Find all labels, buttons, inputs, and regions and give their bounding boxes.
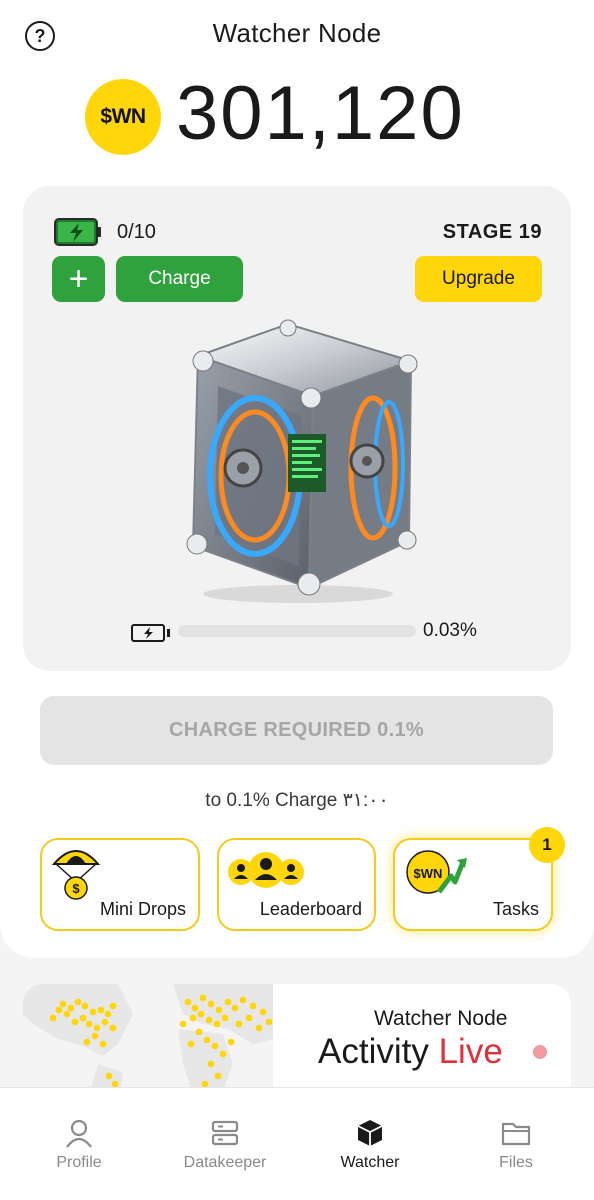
charge-timer: to 0.1% Charge ۳۱:۰۰ bbox=[205, 790, 389, 811]
map-activity-dot bbox=[189, 1014, 197, 1022]
map-activity-dot bbox=[55, 1006, 63, 1014]
map-activity-dot bbox=[219, 1050, 227, 1058]
map-activity-dot bbox=[265, 1018, 273, 1026]
map-activity-dot bbox=[179, 1020, 187, 1028]
map-activity-dot bbox=[109, 1024, 117, 1032]
charge-progress-bar bbox=[178, 625, 416, 637]
server-icon bbox=[211, 1120, 239, 1146]
node-card: 0/10 STAGE 19 + Charge Upgrade 0.03% bbox=[23, 186, 571, 671]
map-activity-dot bbox=[239, 996, 247, 1004]
map-activity-dot bbox=[207, 1000, 215, 1008]
watcher-node-cube-image bbox=[186, 319, 418, 603]
coin-label: $WN bbox=[100, 105, 146, 128]
user-icon bbox=[66, 1119, 92, 1148]
charge-button[interactable]: Charge bbox=[116, 256, 243, 302]
map-activity-dot bbox=[101, 1018, 109, 1026]
map-activity-dot bbox=[255, 1024, 263, 1032]
add-charge-button[interactable]: + bbox=[52, 256, 105, 302]
map-activity-dot bbox=[105, 1072, 113, 1080]
map-activity-dot bbox=[211, 1042, 219, 1050]
map-activity-dot bbox=[195, 1028, 203, 1036]
battery-charging-icon bbox=[54, 218, 101, 246]
tasks-tile[interactable]: $WN Tasks bbox=[393, 838, 553, 931]
map-activity-dot bbox=[214, 1072, 222, 1080]
tasks-coin-label: $WN bbox=[414, 866, 443, 881]
map-activity-dot bbox=[249, 1002, 257, 1010]
map-activity-dot bbox=[205, 1016, 213, 1024]
map-activity-dot bbox=[191, 1004, 199, 1012]
map-activity-dot bbox=[104, 1010, 112, 1018]
upgrade-button[interactable]: Upgrade bbox=[415, 256, 542, 302]
map-activity-dot bbox=[67, 1004, 75, 1012]
map-activity-dot bbox=[81, 1002, 89, 1010]
map-activity-dot bbox=[197, 1010, 205, 1018]
nav-watcher[interactable]: Watcher bbox=[296, 1088, 444, 1200]
map-activity-dot bbox=[224, 998, 232, 1006]
map-activity-dot bbox=[235, 1020, 243, 1028]
activity-heading: Activity Live bbox=[318, 1032, 503, 1072]
page-title: Watcher Node bbox=[212, 18, 382, 48]
map-activity-dot bbox=[93, 1024, 101, 1032]
map-activity-dot bbox=[215, 1006, 223, 1014]
nav-datakeeper[interactable]: Datakeeper bbox=[151, 1088, 299, 1200]
map-activity-dot bbox=[91, 1032, 99, 1040]
map-activity-dot bbox=[85, 1020, 93, 1028]
nav-profile[interactable]: Profile bbox=[5, 1088, 153, 1200]
stage-label: STAGE 19 bbox=[442, 221, 542, 243]
parachute-coin-icon: $ bbox=[52, 850, 100, 900]
map-activity-dot bbox=[71, 1018, 79, 1026]
nav-profile-label: Profile bbox=[56, 1154, 102, 1171]
mini-drops-tile[interactable]: $ Mini Drops bbox=[40, 838, 200, 931]
map-activity-dot bbox=[89, 1008, 97, 1016]
map-activity-dot bbox=[59, 1000, 67, 1008]
nav-files-label: Files bbox=[499, 1154, 533, 1171]
map-activity-dot bbox=[227, 1038, 235, 1046]
map-activity-dot bbox=[213, 1020, 221, 1028]
wn-coin-icon: $WN bbox=[85, 79, 161, 155]
live-indicator-dot bbox=[533, 1045, 547, 1059]
map-activity-dot bbox=[203, 1036, 211, 1044]
map-activity-dot bbox=[109, 1002, 117, 1010]
cube-icon bbox=[357, 1120, 383, 1146]
activity-title: Watcher Node bbox=[374, 1007, 508, 1030]
tasks-notification-badge: 1 bbox=[529, 827, 565, 863]
map-activity-dot bbox=[231, 1004, 239, 1012]
charge-required-button[interactable]: CHARGE REQUIRED 0.1% bbox=[40, 696, 553, 765]
leaderboard-tile[interactable]: Leaderboard bbox=[217, 838, 376, 931]
mini-drops-label: Mini Drops bbox=[99, 899, 186, 919]
map-activity-dot bbox=[187, 1040, 195, 1048]
activity-live-label: Live bbox=[438, 1032, 503, 1071]
folder-icon bbox=[501, 1122, 531, 1146]
bottom-nav: Profile Datakeeper Watcher Files bbox=[0, 1087, 594, 1200]
wn-coin-arrow-icon: $WN bbox=[406, 850, 467, 894]
map-activity-dot bbox=[221, 1014, 229, 1022]
map-activity-dot bbox=[199, 994, 207, 1002]
map-activity-dot bbox=[207, 1060, 215, 1068]
map-activity-dot bbox=[184, 998, 192, 1006]
map-activity-dot bbox=[245, 1014, 253, 1022]
leaderboard-label: Leaderboard bbox=[259, 899, 362, 919]
users-group-icon bbox=[228, 852, 304, 888]
map-activity-dot bbox=[83, 1038, 91, 1046]
map-activity-dot bbox=[49, 1014, 57, 1022]
battery-icon bbox=[131, 624, 170, 642]
nav-files[interactable]: Files bbox=[442, 1088, 590, 1200]
map-activity-dot bbox=[97, 1006, 105, 1014]
nav-datakeeper-label: Datakeeper bbox=[183, 1154, 267, 1171]
activity-heading-text: Activity bbox=[318, 1032, 429, 1071]
svg-text:$: $ bbox=[72, 881, 80, 896]
tasks-label: Tasks bbox=[492, 899, 539, 919]
map-activity-dot bbox=[63, 1010, 71, 1018]
balance-amount: 301,120 bbox=[176, 71, 465, 156]
map-activity-dot bbox=[74, 998, 82, 1006]
charge-progress-label: 0.03% bbox=[423, 620, 477, 641]
map-activity-dot bbox=[259, 1008, 267, 1016]
charge-count: 0/10 bbox=[117, 221, 156, 243]
map-activity-dot bbox=[99, 1040, 107, 1048]
nav-watcher-label: Watcher bbox=[340, 1154, 400, 1171]
map-activity-dot bbox=[79, 1014, 87, 1022]
